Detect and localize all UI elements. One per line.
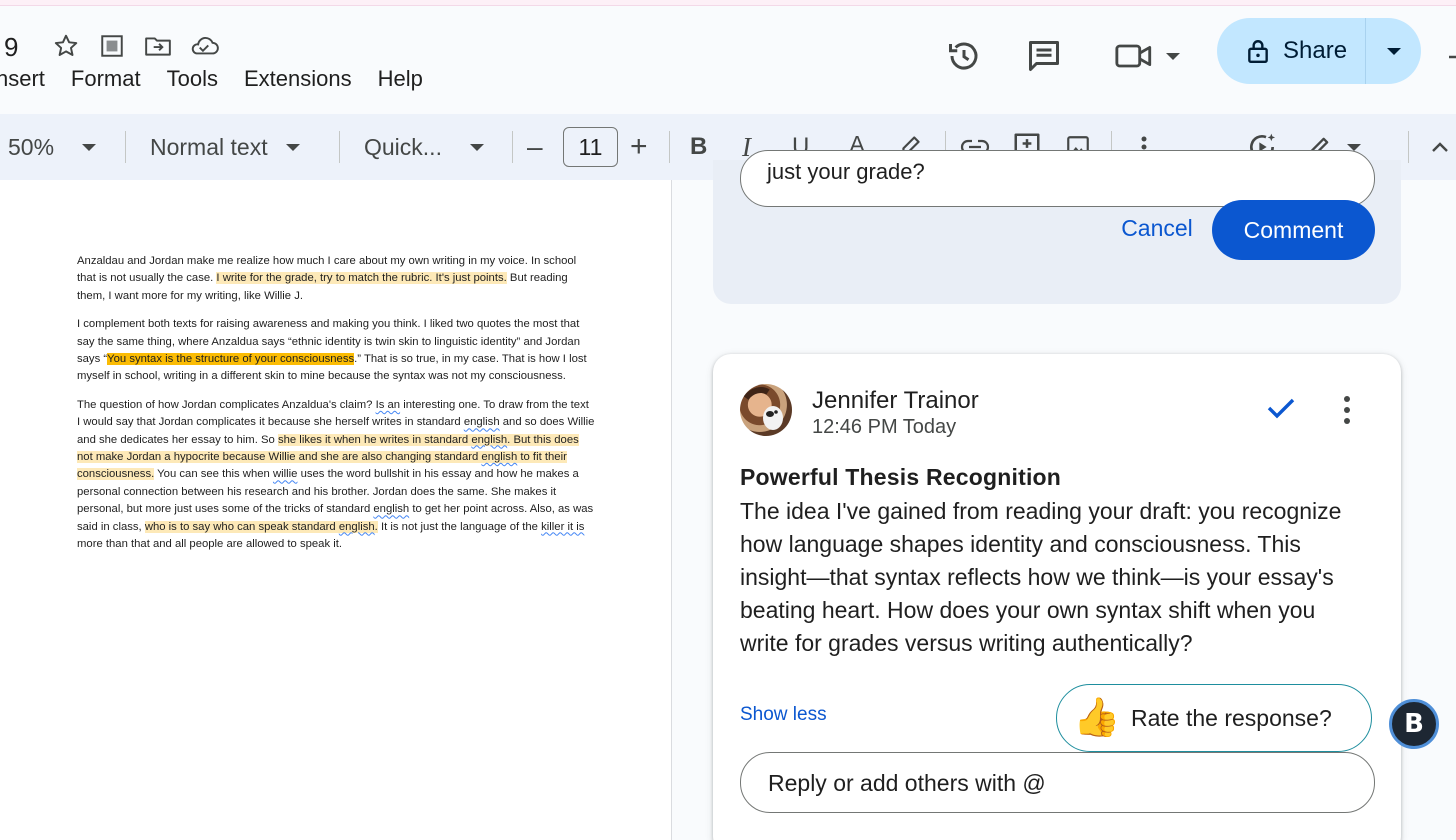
share-button[interactable]: Share: [1217, 18, 1365, 84]
decrease-font-button[interactable]: –: [527, 114, 551, 180]
bold-button[interactable]: B: [690, 114, 714, 180]
comment-highlight[interactable]: I write for the grade, try to match the …: [216, 272, 507, 285]
style-value: Normal text: [150, 133, 268, 160]
share-dropdown-icon[interactable]: [1366, 18, 1421, 84]
menu-tools[interactable]: Tools: [167, 66, 218, 92]
title-icons: [50, 30, 220, 62]
move-icon[interactable]: [96, 30, 128, 62]
folder-icon[interactable]: [142, 30, 174, 62]
comment-more-icon[interactable]: [1333, 392, 1361, 428]
menu-insert[interactable]: nsert: [0, 66, 45, 92]
spelling-suggestion[interactable]: english: [464, 416, 500, 428]
spelling-suggestion[interactable]: english: [339, 521, 375, 533]
divider: [512, 131, 513, 163]
reply-input[interactable]: Reply or add others with @: [740, 752, 1375, 813]
rate-response-label: Rate the response?: [1131, 704, 1332, 731]
lock-icon: [1248, 40, 1268, 64]
spelling-suggestion[interactable]: willie: [273, 468, 297, 480]
font-size-input[interactable]: 11: [563, 127, 618, 167]
divider: [1408, 131, 1409, 163]
document-page[interactable]: Anzaldau and Jordan make me realize how …: [0, 180, 672, 840]
doc-title[interactable]: 9: [4, 32, 18, 63]
spelling-suggestion[interactable]: english: [481, 451, 517, 463]
comment-title: Powerful Thesis Recognition: [740, 464, 1062, 490]
cloud-saved-icon[interactable]: [188, 30, 220, 62]
cancel-button[interactable]: Cancel: [1097, 198, 1217, 258]
spelling-suggestion[interactable]: killer it is: [541, 521, 584, 533]
font-select[interactable]: Quick...: [364, 114, 494, 180]
paragraph-1: Anzaldau and Jordan make me realize how …: [77, 255, 577, 302]
spelling-suggestion[interactable]: english: [373, 503, 409, 515]
spelling-suggestion[interactable]: Is an: [376, 399, 401, 411]
comment-highlight[interactable]: who is to say who can speak standard eng…: [144, 520, 378, 533]
star-icon[interactable]: [50, 30, 82, 62]
comment-timestamp: 12:46 PM Today: [812, 416, 957, 438]
meet-dropdown-icon[interactable]: [1164, 48, 1182, 64]
history-icon[interactable]: [944, 34, 984, 78]
divider: [125, 131, 126, 163]
rate-response-button[interactable]: 👍 Rate the response?: [1056, 684, 1372, 752]
menu-bar: nsert Format Tools Extensions Help: [0, 66, 449, 92]
comment-card[interactable]: Jennifer Trainor 12:46 PM Today Powerful…: [713, 354, 1401, 840]
divider: [669, 131, 670, 163]
document-body[interactable]: Anzaldau and Jordan make me realize how …: [77, 253, 595, 565]
zoom-dropdown-icon: [82, 143, 97, 151]
collapse-toolbar-icon[interactable]: [1428, 135, 1452, 159]
comment-button[interactable]: Comment: [1212, 200, 1375, 260]
comment-author: Jennifer Trainor: [812, 387, 979, 414]
menu-extensions[interactable]: Extensions: [244, 66, 352, 92]
back-arrow-icon[interactable]: [1446, 48, 1456, 66]
draft-comment-card: just your grade? Cancel Comment: [713, 150, 1401, 304]
thumbs-up-icon: 👍: [1073, 697, 1121, 739]
style-select[interactable]: Normal text: [150, 114, 320, 180]
font-dropdown-icon: [469, 143, 484, 151]
share-button-group: Share: [1217, 18, 1421, 84]
comments-icon[interactable]: [1024, 36, 1064, 76]
zoom-value: 50%: [8, 133, 55, 160]
font-value: Quick...: [364, 133, 442, 160]
divider: [339, 131, 340, 163]
menu-format[interactable]: Format: [71, 66, 141, 92]
avatar: [740, 384, 792, 436]
share-label: Share: [1283, 37, 1348, 64]
reply-placeholder: Reply or add others with @: [768, 770, 1046, 796]
zoom-select[interactable]: 50%: [8, 114, 108, 180]
paragraph-3: The question of how Jordan complicates A…: [77, 398, 595, 551]
docs-app: 9 nsert Format Tools Extensions Help Sha…: [0, 0, 1456, 840]
resolve-check-icon[interactable]: [1261, 392, 1301, 424]
paragraph-2: I complement both texts for raising awar…: [77, 318, 587, 383]
increase-font-button[interactable]: +: [630, 114, 654, 180]
spelling-suggestion[interactable]: english: [471, 434, 507, 446]
draft-comment-input[interactable]: just your grade?: [740, 150, 1375, 207]
draft-comment-text: just your grade?: [767, 159, 925, 184]
extension-fab-button[interactable]: B: [1389, 699, 1439, 749]
comment-body: The idea I've gained from reading your d…: [740, 498, 1342, 656]
meet-icon[interactable]: [1112, 36, 1156, 76]
style-dropdown-icon: [285, 143, 300, 151]
active-comment-highlight[interactable]: You syntax is the structure of your cons…: [107, 353, 355, 366]
menu-help[interactable]: Help: [378, 66, 423, 92]
show-less-link[interactable]: Show less: [740, 704, 827, 726]
